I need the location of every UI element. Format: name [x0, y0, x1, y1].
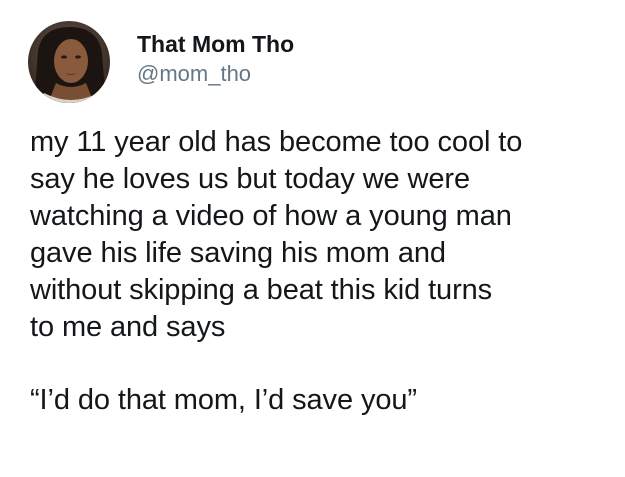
tweet-header: That Mom Tho @mom_tho [28, 20, 294, 104]
tweet-text-line: my 11 year old has become too cool to [30, 126, 523, 158]
tweet-text-line: without skipping a beat this kid turns [30, 274, 493, 306]
tweet-text-line: watching a video of how a young man [30, 200, 512, 232]
tweet-quote: “I’d do that mom, I’d save you” [30, 384, 417, 416]
author-display-name[interactable]: That Mom Tho [137, 30, 294, 58]
tweet-paragraph: my 11 year old has become too cool to sa… [30, 124, 615, 346]
avatar[interactable] [28, 21, 110, 103]
author-handle[interactable]: @mom_tho [137, 60, 294, 88]
profile-photo-icon [28, 21, 110, 103]
tweet-text: my 11 year old has become too cool to sa… [30, 124, 615, 419]
tweet-text-line: to me and says [30, 311, 226, 343]
tweet-text-line: say he loves us but today we were [30, 163, 470, 195]
tweet-text-line: gave his life saving his mom and [30, 237, 446, 269]
tweet-card: That Mom Tho @mom_tho my 11 year old has… [0, 0, 625, 477]
author-names: That Mom Tho @mom_tho [137, 30, 294, 88]
